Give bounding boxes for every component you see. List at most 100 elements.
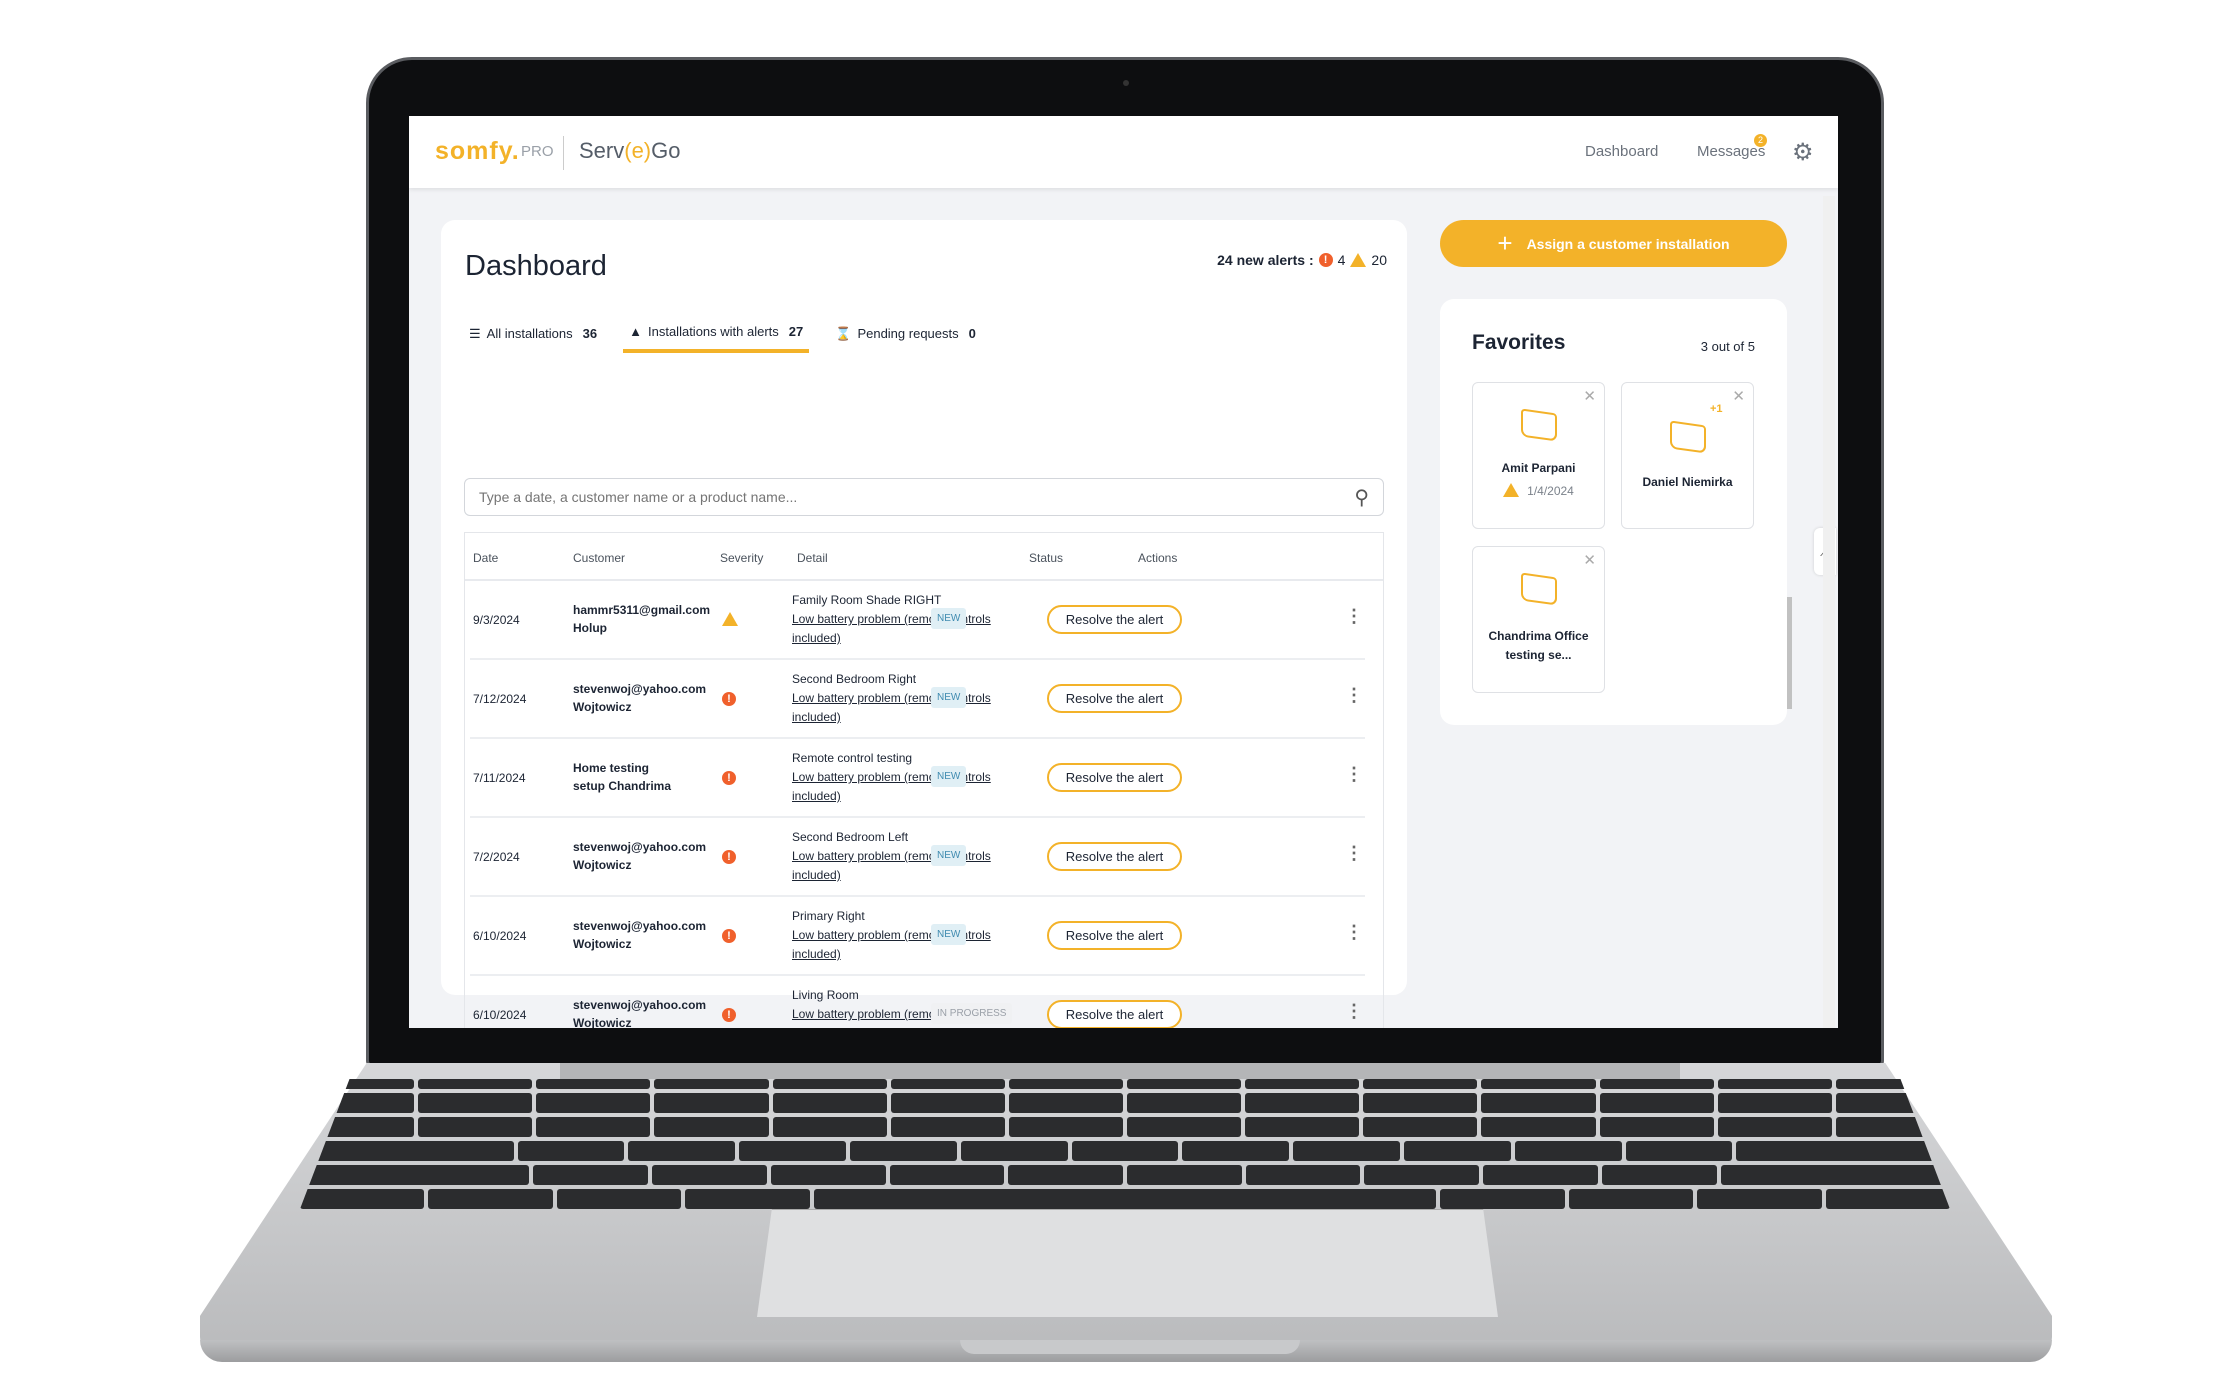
key <box>1514 1141 1622 1161</box>
close-icon[interactable]: ✕ <box>1732 387 1745 405</box>
key <box>428 1189 553 1209</box>
row-detail-title: Living Room <box>792 988 859 1002</box>
row-problem-link[interactable]: Low battery problem (remote controls inc… <box>792 768 1002 806</box>
row-problem-link[interactable]: Low battery problem (remote controls inc… <box>792 689 1002 727</box>
key <box>772 1079 887 1089</box>
more-options-icon[interactable]: ⋮ <box>1345 923 1363 941</box>
resolve-alert-button[interactable]: Resolve the alert <box>1047 842 1182 871</box>
tab-pending-requests[interactable]: ⌛ Pending requests 0 <box>829 320 982 353</box>
more-options-icon[interactable]: ⋮ <box>1345 1002 1363 1020</box>
row-detail-title: Remote control testing <box>792 751 913 765</box>
key <box>654 1079 769 1089</box>
key <box>1293 1141 1400 1161</box>
tab-all-installations[interactable]: ☰ All installations 36 <box>463 320 603 353</box>
keyboard-row <box>300 1079 1950 1089</box>
favorites-count: 3 out of 5 <box>1700 339 1755 354</box>
key <box>1599 1117 1714 1137</box>
col-date[interactable]: Date <box>473 551 498 565</box>
resolve-alert-button[interactable]: Resolve the alert <box>1047 684 1182 713</box>
tab-count: 0 <box>968 326 976 341</box>
tab-installations-with-alerts[interactable]: ▲ Installations with alerts 27 <box>623 320 810 353</box>
row-problem-link[interactable]: Low battery problem (remote controls inc… <box>792 926 1002 964</box>
key <box>1720 1165 1950 1185</box>
key <box>1599 1079 1714 1089</box>
favorite-tile[interactable]: ✕ Chandrima Office testing se... <box>1472 546 1605 693</box>
key <box>1071 1141 1179 1161</box>
top-bar: somfy. PRO Serv(e)Go Dashboard Messages … <box>409 116 1838 188</box>
key <box>1126 1117 1242 1137</box>
tab-count: 36 <box>582 326 598 341</box>
page-scrollbar[interactable] <box>1823 196 1835 1028</box>
key <box>654 1117 769 1137</box>
row-severity: ! <box>722 770 736 785</box>
hourglass-icon: ⌛ <box>835 325 852 341</box>
col-status[interactable]: Status <box>1029 551 1063 565</box>
nav-messages[interactable]: Messages <box>1697 143 1765 160</box>
button-label: Assign a customer installation <box>1526 235 1730 252</box>
close-icon[interactable]: ✕ <box>1583 387 1596 405</box>
laptop-hinge <box>560 1063 1680 1079</box>
camera <box>1123 80 1129 86</box>
table-row[interactable]: 6/10/2024 stevenwoj@yahoo.com Wojtowicz! P… <box>470 897 1365 976</box>
key <box>813 1189 1437 1209</box>
key <box>1363 1079 1478 1089</box>
table-row[interactable]: 6/10/2024 stevenwoj@yahoo.com Wojtowicz! L… <box>470 976 1365 1028</box>
shade-icon <box>1521 572 1557 606</box>
row-customer: Home testing setup Chandrima <box>573 761 672 793</box>
gear-icon[interactable]: ⚙ <box>1792 138 1814 167</box>
more-options-icon[interactable]: ⋮ <box>1345 765 1363 783</box>
key <box>890 1079 1005 1089</box>
favorite-tile[interactable]: ✕ +1 Daniel Niemirka <box>1621 382 1754 529</box>
key <box>1481 1079 1596 1089</box>
key <box>772 1117 887 1137</box>
col-severity[interactable]: Severity <box>720 551 763 565</box>
more-options-icon[interactable]: ⋮ <box>1345 844 1363 862</box>
status-badge: NEW <box>931 845 967 866</box>
col-detail[interactable]: Detail <box>797 551 828 565</box>
favorite-date: 1/4/2024 <box>1527 484 1574 498</box>
resolve-alert-button[interactable]: Resolve the alert <box>1047 1000 1182 1028</box>
search-input[interactable] <box>479 489 1355 505</box>
key <box>849 1141 957 1161</box>
key <box>536 1079 651 1089</box>
table-row[interactable]: 7/12/2024 stevenwoj@yahoo.com Wojtowicz! S… <box>470 660 1365 739</box>
favorite-tile[interactable]: ✕ Amit Parpani 1/4/2024 <box>1472 382 1605 529</box>
nav-dashboard[interactable]: Dashboard <box>1585 143 1658 160</box>
key <box>1008 1165 1124 1185</box>
favorite-name: Daniel Niemirka <box>1642 475 1733 489</box>
more-options-icon[interactable]: ⋮ <box>1345 686 1363 704</box>
key <box>1403 1141 1511 1161</box>
row-severity: ! <box>722 849 736 864</box>
messages-badge: 2 <box>1754 134 1767 147</box>
alerts-table: Date Customer Severity Detail Status Act… <box>464 532 1384 1028</box>
search-icon[interactable]: ⚲ <box>1354 485 1369 510</box>
close-icon[interactable]: ✕ <box>1583 551 1596 569</box>
somfy-logo: somfy. <box>435 137 520 165</box>
row-problem-link[interactable]: Low battery problem (remote controls inc… <box>792 610 1002 648</box>
row-problem-link[interactable]: Low battery problem (remote controls inc… <box>792 847 1002 885</box>
table-row[interactable]: 7/2/2024 stevenwoj@yahoo.com Wojtowicz! Se… <box>470 818 1365 897</box>
key <box>652 1165 767 1185</box>
warning-count: 20 <box>1371 252 1387 268</box>
row-date: 9/3/2024 <box>473 613 520 627</box>
key <box>1717 1079 1832 1089</box>
key <box>418 1079 533 1089</box>
resolve-alert-button[interactable]: Resolve the alert <box>1047 921 1182 950</box>
table-row[interactable]: 9/3/2024 hammr5311@gmail.com Holup Family … <box>470 581 1365 660</box>
more-options-icon[interactable]: ⋮ <box>1345 607 1363 625</box>
col-customer[interactable]: Customer <box>573 551 625 565</box>
resolve-alert-button[interactable]: Resolve the alert <box>1047 605 1182 634</box>
row-customer: stevenwoj@yahoo.com Wojtowicz <box>573 682 707 714</box>
key <box>1008 1079 1123 1089</box>
key <box>536 1117 651 1137</box>
key <box>300 1117 415 1137</box>
keyboard-row <box>300 1093 1950 1113</box>
key <box>1008 1093 1123 1113</box>
assign-installation-button[interactable]: + Assign a customer installation <box>1440 220 1787 267</box>
resolve-alert-button[interactable]: Resolve the alert <box>1047 763 1182 792</box>
table-row[interactable]: 7/11/2024 Home testing setup Chandrima! Re… <box>470 739 1365 818</box>
key <box>517 1141 625 1161</box>
key <box>1568 1189 1694 1209</box>
shade-icon <box>1521 408 1557 442</box>
key <box>1835 1079 1950 1089</box>
